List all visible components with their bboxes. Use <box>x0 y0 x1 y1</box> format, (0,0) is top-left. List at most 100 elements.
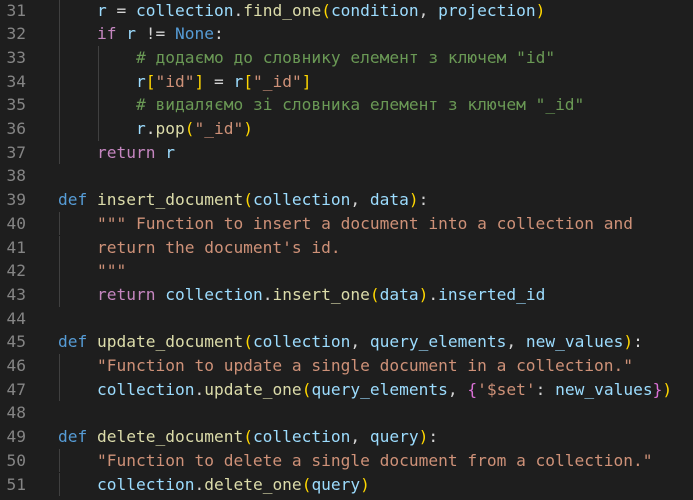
code-token: [ <box>243 71 253 91</box>
line-number: 47 <box>6 379 27 399</box>
code-token: ( <box>301 379 312 399</box>
indent-guide <box>98 69 99 94</box>
code-line[interactable]: 49 def delete_document(collection, query)… <box>0 425 693 449</box>
code-token: ( <box>243 190 253 210</box>
code-token: , <box>447 379 468 399</box>
code-content: if r != None: <box>97 22 224 46</box>
code-token: def <box>58 332 88 352</box>
code-token: r <box>233 71 244 91</box>
code-token: ] <box>301 71 312 91</box>
indent-guide <box>59 0 60 23</box>
code-token: collection <box>165 284 263 304</box>
code-line[interactable]: 51 collection.delete_one(query) <box>0 472 693 497</box>
code-token: query_elements <box>311 379 448 399</box>
line-number: 50 <box>6 450 27 470</box>
indent-guide <box>59 259 60 283</box>
indent-guide <box>59 377 60 402</box>
code-content: r = collection.find_one(condition, proje… <box>97 0 545 22</box>
code-token: ( <box>243 332 253 352</box>
code-line[interactable]: 41 return the document's id. <box>0 235 693 260</box>
code-line[interactable]: 34 r["id"] = r["_id"] <box>0 69 693 94</box>
code-token: ( <box>184 119 195 138</box>
code-line[interactable]: 35 # видаляємо зі словника елемент з ключ… <box>0 93 693 117</box>
code-content: collection.update_one(query_elements, {'… <box>97 378 672 402</box>
code-token: delete_document <box>97 427 244 447</box>
line-number: 45 <box>6 332 27 352</box>
code-token: def <box>58 190 88 210</box>
code-token: : <box>213 24 224 44</box>
line-number: 31 <box>6 0 27 20</box>
code-token: collection <box>97 474 195 494</box>
code-token: r <box>136 119 146 138</box>
code-token: r <box>136 71 146 91</box>
code-token: # видаляємо зі словника елемент з ключем… <box>136 95 585 115</box>
indent-guide <box>98 93 99 117</box>
code-token: find_one <box>243 0 322 20</box>
indent-guide <box>59 282 60 307</box>
line-number: 49 <box>6 427 27 447</box>
code-token: . <box>194 379 205 399</box>
code-line[interactable]: 37 return r <box>0 140 693 165</box>
code-token: pop <box>155 119 185 138</box>
code-line[interactable]: 32 if r != None: <box>0 22 693 46</box>
code-token: , <box>350 332 370 352</box>
line-number: 42 <box>6 261 27 281</box>
code-line[interactable]: 43 return collection.insert_one(data).ins… <box>0 282 693 307</box>
code-token: new_values <box>555 379 653 399</box>
code-content: r["id"] = r["_id"] <box>136 70 311 94</box>
code-content: """ <box>97 259 126 283</box>
code-line[interactable]: 40 """ Function to insert a document into… <box>0 211 693 236</box>
code-token: ) <box>535 0 546 20</box>
code-content: # додаємо до словнику елемент з ключем "… <box>136 46 555 70</box>
code-token: ] <box>194 71 205 91</box>
code-line[interactable]: 48 <box>0 401 693 425</box>
code-line[interactable]: 45 def update_document(collection, query_… <box>0 330 693 354</box>
line-number: 44 <box>6 308 27 328</box>
code-token: r <box>165 142 175 162</box>
code-token: insert_one <box>272 284 370 304</box>
code-token: data <box>379 284 419 304</box>
code-token: r <box>126 24 136 44</box>
code-token: inserted_id <box>438 284 546 304</box>
code-token: ( <box>321 0 331 20</box>
code-content: def delete_document(collection, query): <box>58 425 438 449</box>
indent-guide <box>59 211 60 236</box>
line-number: 33 <box>6 47 27 67</box>
code-token: ) <box>418 284 429 304</box>
code-token: { <box>467 379 478 399</box>
code-token: None <box>174 24 214 44</box>
indent-guide <box>59 140 60 165</box>
code-editor[interactable]: 31 r = collection.find_one(condition, pro… <box>0 0 693 500</box>
code-line[interactable]: 50 "Function to delete a single document … <box>0 448 693 473</box>
code-token: : <box>428 427 439 447</box>
code-token: query <box>369 427 419 447</box>
line-number: 38 <box>6 166 27 186</box>
code-line[interactable]: 33 # додаємо до словнику елемент з ключем… <box>0 45 693 70</box>
code-token: "Function to update a single document in… <box>97 356 634 375</box>
code-token: collection <box>252 190 351 210</box>
code-token: "id" <box>155 71 195 91</box>
code-token: , <box>418 0 439 20</box>
code-token: if <box>97 24 117 44</box>
code-content: return collection.insert_one(data).inser… <box>97 283 545 307</box>
code-line[interactable]: 46 "Function to update a single document … <box>0 354 693 378</box>
indent-guide <box>59 472 60 497</box>
line-number: 48 <box>6 403 27 423</box>
line-number: 32 <box>6 24 27 44</box>
code-token: collection <box>252 332 351 352</box>
code-line[interactable]: 39 def insert_document(collection, data): <box>0 188 693 212</box>
line-number: 51 <box>6 474 27 494</box>
code-line[interactable]: 38 <box>0 164 693 188</box>
code-line[interactable]: 44 <box>0 307 693 331</box>
code-line[interactable]: 36 r.pop("_id") <box>0 117 693 141</box>
code-token: update_document <box>97 332 244 352</box>
code-line[interactable]: 31 r = collection.find_one(condition, pro… <box>0 0 693 23</box>
code-line[interactable]: 47 collection.update_one(query_elements, … <box>0 377 693 402</box>
code-token: != <box>136 24 175 44</box>
code-line[interactable]: 42 """ <box>0 259 693 283</box>
code-content: collection.delete_one(query) <box>97 473 370 497</box>
